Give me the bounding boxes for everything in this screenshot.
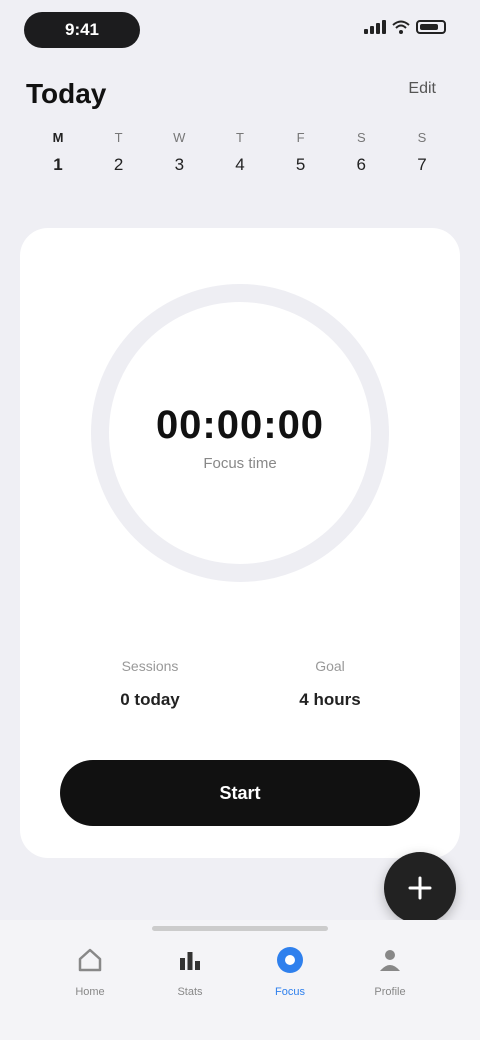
day-letter: S (417, 130, 427, 145)
day-item[interactable]: M 1 (30, 130, 86, 200)
nav-item-home[interactable]: Home (40, 942, 140, 998)
day-letter: M (52, 130, 64, 145)
status-bar: 9:41 (0, 0, 480, 60)
day-number: 2 (113, 155, 124, 174)
day-number: 6 (356, 155, 367, 174)
day-item[interactable]: F 5 (273, 130, 329, 200)
timer-card: 00:00:00 Focus time Sessions 0 today Goa… (20, 228, 460, 858)
day-number: 4 (235, 155, 245, 174)
timer-caption: Focus time (203, 455, 277, 472)
stat-goal: Goal 4 hours (260, 658, 400, 710)
day-number: 3 (174, 155, 185, 174)
stats-row: Sessions 0 today Goal 4 hours (80, 658, 400, 710)
signal-icon (364, 20, 386, 34)
day-letter: T (235, 130, 244, 145)
add-fab-button[interactable] (384, 852, 456, 924)
day-item[interactable]: S 7 (394, 130, 450, 200)
stat-label: Sessions (121, 658, 179, 674)
day-item[interactable]: T 4 (212, 130, 268, 200)
nav-item-stats[interactable]: Stats (140, 942, 240, 998)
home-indicator (152, 926, 328, 931)
status-icons (364, 20, 446, 34)
day-item[interactable]: S 6 (333, 130, 389, 200)
nav-label: Stats (177, 986, 203, 998)
timer-value: 00:00:00 (155, 403, 325, 447)
status-time: 9:41 (24, 12, 140, 48)
edit-button[interactable]: Edit (408, 80, 436, 98)
day-letter: T (114, 130, 123, 145)
day-item[interactable]: T 2 (91, 130, 147, 200)
person-icon (372, 942, 408, 978)
bottom-nav: Home Stats Focus Profile (0, 920, 480, 1040)
day-letter: S (356, 130, 366, 145)
wifi-icon (392, 20, 410, 34)
page-title: Today (26, 78, 107, 109)
nav-item-profile[interactable]: Profile (340, 942, 440, 998)
nav-label: Home (75, 986, 105, 998)
stat-sessions: Sessions 0 today (80, 658, 220, 710)
day-number: 5 (295, 155, 306, 174)
nav-item-focus[interactable]: Focus (240, 942, 340, 998)
day-number: 7 (417, 155, 427, 174)
chart-icon (172, 942, 208, 978)
day-number: 1 (53, 155, 63, 174)
plus-icon (408, 876, 432, 900)
battery-icon (416, 20, 446, 34)
week-selector: M 1 T 2 W 3 T 4 F 5 S 6 S 7 (30, 130, 450, 200)
focus-icon (272, 942, 308, 978)
stat-value: 4 hours (299, 690, 361, 709)
day-letter: W (173, 130, 186, 145)
home-icon (72, 942, 108, 978)
nav-label: Focus (275, 986, 305, 998)
progress-ring: 00:00:00 Focus time (80, 273, 400, 593)
stat-value: 0 today (120, 690, 180, 709)
nav-label: Profile (374, 986, 406, 998)
start-button[interactable]: Start (60, 760, 420, 826)
day-item[interactable]: W 3 (151, 130, 207, 200)
day-letter: F (296, 130, 305, 145)
stat-label: Goal (315, 658, 345, 674)
